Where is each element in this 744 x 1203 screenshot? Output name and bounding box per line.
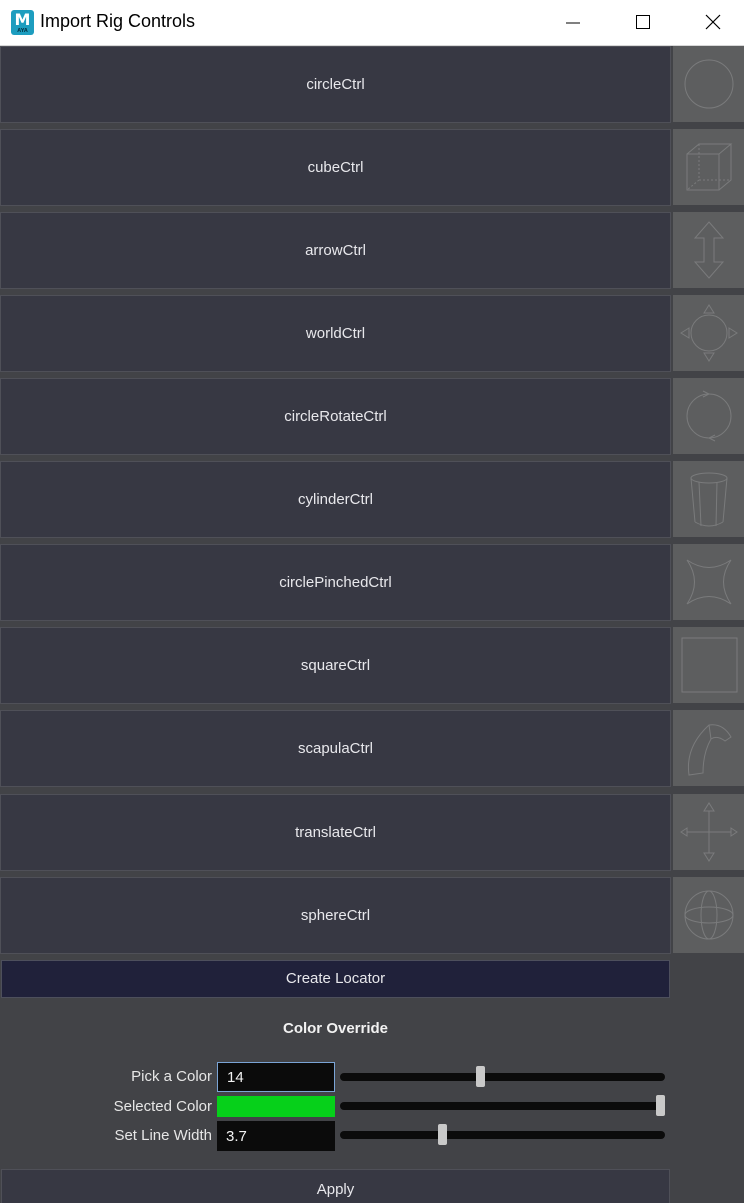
circle-pinched-ctrl-button[interactable]: circlePinchedCtrl (0, 544, 671, 621)
line-width-label: Set Line Width (114, 1127, 212, 1144)
control-row-square: squareCtrl (0, 627, 744, 704)
sphere-ctrl-thumbnail[interactable] (673, 877, 744, 953)
circle-ctrl-thumbnail[interactable] (673, 46, 744, 122)
control-row-world: worldCtrl (0, 295, 744, 372)
translate-ctrl-button[interactable]: translateCtrl (0, 794, 671, 871)
cube-ctrl-button[interactable]: cubeCtrl (0, 129, 671, 206)
control-row-cylinder: cylinderCtrl (0, 461, 744, 538)
maximize-button[interactable] (608, 0, 678, 46)
app-icon-letter: M (14, 10, 31, 29)
control-row-circle-rotate: circleRotateCtrl (0, 378, 744, 455)
selected-color-slider[interactable] (340, 1095, 665, 1116)
arrow-ctrl-button[interactable]: arrowCtrl (0, 212, 671, 289)
scapula-icon (687, 724, 732, 776)
pick-color-label: Pick a Color (131, 1068, 212, 1085)
circle-rotate-ctrl-button[interactable]: circleRotateCtrl (0, 378, 671, 455)
circle-icon (684, 59, 734, 109)
double-arrow-icon (693, 221, 725, 279)
pick-color-slider-handle[interactable] (476, 1066, 485, 1087)
minimize-button[interactable] (538, 0, 608, 46)
sphere-ctrl-button[interactable]: sphereCtrl (0, 877, 671, 954)
world-ctrl-thumbnail[interactable] (673, 295, 744, 371)
control-row-translate: translateCtrl (0, 794, 744, 871)
cylinder-ctrl-button[interactable]: cylinderCtrl (0, 461, 671, 538)
line-width-slider-handle[interactable] (438, 1124, 447, 1145)
color-override-heading: Color Override (282, 1020, 389, 1037)
create-locator-button[interactable]: Create Locator (1, 960, 670, 998)
selected-color-swatch (217, 1096, 335, 1117)
line-width-input[interactable] (217, 1121, 335, 1151)
circle-ctrl-button[interactable]: circleCtrl (0, 46, 671, 123)
cube-ctrl-thumbnail[interactable] (673, 129, 744, 205)
translate-ctrl-thumbnail[interactable] (673, 794, 744, 870)
circle-pinched-ctrl-thumbnail[interactable] (673, 544, 744, 620)
control-row-cube: cubeCtrl (0, 129, 744, 206)
close-button[interactable] (678, 0, 744, 46)
selected-color-slider-handle[interactable] (656, 1095, 665, 1116)
translate-icon (680, 802, 738, 862)
control-row-circle-pinched: circlePinchedCtrl (0, 544, 744, 621)
circle-rotate-ctrl-thumbnail[interactable] (673, 378, 744, 454)
cylinder-ctrl-thumbnail[interactable] (673, 461, 744, 537)
maximize-icon (636, 15, 650, 29)
line-width-slider[interactable] (340, 1124, 665, 1145)
pinched-star-icon (686, 559, 732, 605)
world-icon (680, 304, 738, 362)
pick-color-input[interactable] (217, 1062, 335, 1092)
arrow-ctrl-thumbnail[interactable] (673, 212, 744, 288)
cylinder-icon (690, 472, 728, 527)
cube-icon (686, 143, 733, 191)
square-ctrl-button[interactable]: squareCtrl (0, 627, 671, 704)
title-bar: M AYA Import Rig Controls (0, 0, 744, 46)
square-ctrl-thumbnail[interactable] (673, 627, 744, 703)
pick-color-slider[interactable] (340, 1066, 665, 1087)
minimize-icon (566, 22, 580, 24)
control-row-sphere: sphereCtrl (0, 877, 744, 954)
scapula-ctrl-button[interactable]: scapulaCtrl (0, 710, 671, 787)
close-icon (705, 14, 721, 30)
sphere-icon (684, 890, 734, 940)
world-ctrl-button[interactable]: worldCtrl (0, 295, 671, 372)
window-title: Import Rig Controls (40, 11, 196, 31)
app-icon-sublabel: AYA (17, 28, 28, 34)
scapula-ctrl-thumbnail[interactable] (673, 710, 744, 786)
control-row-circle: circleCtrl (0, 46, 744, 123)
maya-app-icon: M AYA (11, 10, 34, 35)
selected-color-label: Selected Color (113, 1098, 212, 1115)
square-icon (681, 637, 738, 693)
circle-rotate-icon (686, 390, 732, 442)
apply-button[interactable]: Apply (1, 1169, 670, 1203)
control-row-arrow: arrowCtrl (0, 212, 744, 289)
control-row-scapula: scapulaCtrl (0, 710, 744, 787)
